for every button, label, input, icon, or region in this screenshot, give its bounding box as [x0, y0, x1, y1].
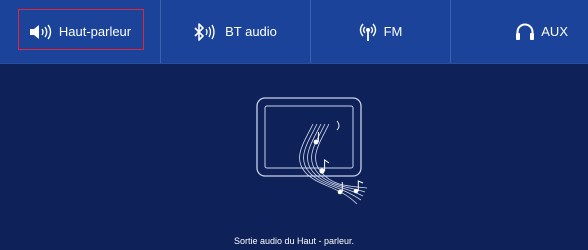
radio-icon	[358, 22, 378, 42]
tab-fm[interactable]: FM	[310, 0, 450, 63]
tab-aux-label: AUX	[541, 24, 568, 39]
tab-fm-label: FM	[383, 24, 403, 39]
content-area: Sortie audio du Haut - parleur.	[0, 64, 588, 250]
tablet-music-icon	[245, 94, 375, 214]
speaker-icon	[29, 24, 53, 40]
bluetooth-icon	[193, 22, 219, 41]
tab-speaker[interactable]: Haut-parleur	[0, 0, 160, 63]
tab-bt-audio[interactable]: BT audio	[160, 0, 310, 63]
headphones-icon	[515, 23, 535, 41]
audio-source-tabbar: Haut-parleur BT audio FM AUX	[0, 0, 588, 64]
tab-speaker-label: Haut-parleur	[58, 24, 132, 39]
tab-aux[interactable]: AUX	[450, 0, 588, 63]
tab-bt-audio-label: BT audio	[225, 24, 277, 39]
output-caption: Sortie audio du Haut - parleur.	[233, 236, 355, 246]
audio-output-screen: Haut-parleur BT audio FM AUX Sortie audi…	[0, 0, 588, 250]
